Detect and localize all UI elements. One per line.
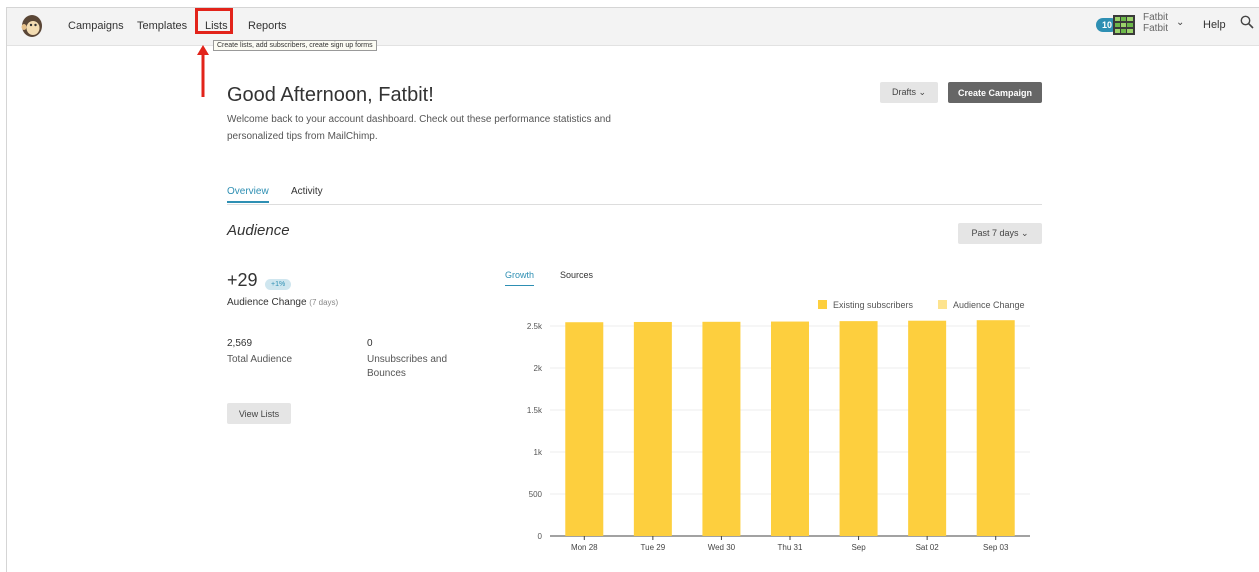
lists-tooltip: Create lists, add subscribers, create si… — [213, 40, 377, 51]
y-tick-label: 1k — [534, 448, 543, 457]
y-tick-label: 0 — [538, 532, 543, 541]
unsubscribes-label: Unsubscribes and Bounces — [367, 354, 448, 379]
x-tick-label: Sep — [851, 543, 866, 552]
account-grid-icon[interactable] — [1113, 15, 1135, 35]
total-audience-label: Total Audience — [227, 354, 293, 365]
chevron-down-icon[interactable]: ⌄ — [1176, 17, 1184, 28]
help-link[interactable]: Help — [1203, 19, 1226, 31]
y-tick-label: 1.5k — [527, 406, 543, 415]
bar-existing-subscribers — [565, 322, 604, 536]
tab-activity[interactable]: Activity — [291, 186, 323, 201]
change-label-text: Audience Change — [227, 297, 307, 308]
section-title: Audience — [227, 222, 290, 239]
audience-change-label: Audience Change (7 days) — [227, 297, 338, 308]
legend-change-swatch — [938, 300, 947, 309]
bar-existing-subscribers — [976, 320, 1015, 536]
y-tick-label: 2.5k — [527, 322, 543, 331]
x-tick-label: Sep 03 — [983, 543, 1009, 552]
bar-existing-subscribers — [839, 321, 878, 536]
nav-reports[interactable]: Reports — [248, 20, 287, 32]
lists-highlight-box — [195, 8, 233, 34]
dashboard-tabs: Overview Activity — [227, 186, 1042, 205]
change-percent-badge: +1% — [265, 279, 292, 290]
legend-existing-swatch — [818, 300, 827, 309]
nav-templates[interactable]: Templates — [137, 20, 187, 32]
mailchimp-logo-icon[interactable] — [20, 14, 44, 38]
account-subname: Fatbit — [1143, 23, 1169, 34]
audience-change-value: +29 — [227, 270, 258, 290]
period-dropdown[interactable]: Past 7 days ⌄ — [958, 223, 1042, 244]
bar-existing-subscribers — [771, 321, 809, 536]
x-tick-label: Wed 30 — [708, 543, 736, 552]
create-campaign-button[interactable]: Create Campaign — [948, 82, 1042, 103]
x-tick-label: Tue 29 — [641, 543, 666, 552]
account-menu[interactable]: Fatbit Fatbit — [1143, 12, 1168, 34]
legend-change-label: Audience Change — [953, 300, 1025, 310]
total-audience-value: 2,569 — [227, 338, 253, 349]
bar-existing-subscribers — [702, 321, 741, 536]
tab-overview[interactable]: Overview — [227, 186, 269, 203]
bar-existing-subscribers — [633, 321, 672, 536]
y-tick-label: 2k — [534, 364, 543, 373]
y-tick-label: 500 — [529, 490, 543, 499]
x-tick-label: Thu 31 — [778, 543, 803, 552]
chart-tab-growth[interactable]: Growth — [505, 270, 535, 286]
legend-change: Audience Change — [938, 300, 1025, 310]
annotation-arrow-icon — [197, 45, 209, 97]
welcome-text: Welcome back to your account dashboard. … — [227, 114, 611, 142]
drafts-button[interactable]: Drafts ⌄ — [880, 82, 938, 103]
page-title: Good Afternoon, Fatbit! — [227, 84, 434, 106]
change-period-text: (7 days) — [309, 298, 339, 307]
nav-campaigns[interactable]: Campaigns — [68, 20, 124, 32]
legend-existing-label: Existing subscribers — [833, 300, 914, 310]
growth-chart: 0 500 1k 1.5k 2k 2.5k Mon 28 Tue 29 Wed 30 Thu 31… — [527, 320, 1030, 552]
view-lists-button[interactable]: View Lists — [227, 403, 291, 424]
legend-existing: Existing subscribers — [818, 300, 913, 310]
chart-tab-sources[interactable]: Sources — [560, 270, 593, 280]
bar-existing-subscribers — [908, 320, 947, 536]
search-icon[interactable] — [1240, 15, 1254, 29]
x-tick-label: Mon 28 — [571, 543, 598, 552]
x-tick-label: Sat 02 — [916, 543, 940, 552]
account-name: Fatbit — [1143, 12, 1169, 23]
unsubscribes-value: 0 — [367, 338, 373, 349]
